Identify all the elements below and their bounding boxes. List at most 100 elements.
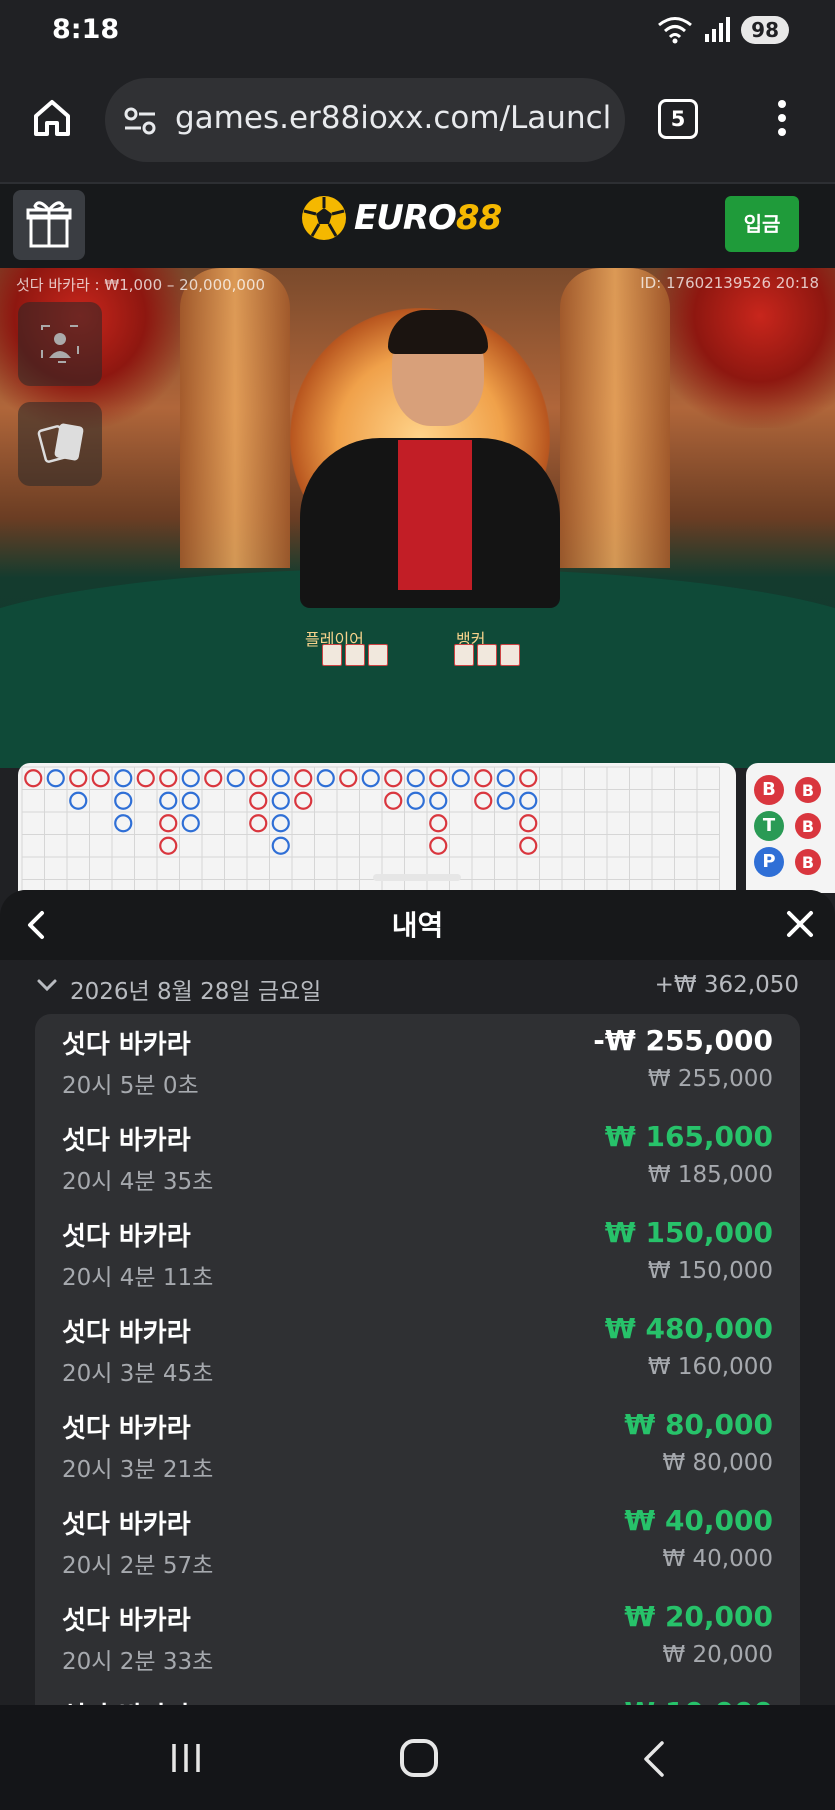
history-row-game: 섯다 바카라 xyxy=(62,1030,191,1060)
dealer-shirt xyxy=(398,440,472,590)
history-row-time: 20시 4분 35초 xyxy=(62,1169,214,1195)
round-id: ID: 17602139526 20:18 xyxy=(640,274,819,292)
banker-result-mark xyxy=(69,769,88,788)
gift-button[interactable] xyxy=(13,190,85,260)
banker-result-mark xyxy=(136,769,155,788)
home-icon[interactable] xyxy=(30,96,74,140)
history-row-stake: ₩ 185,000 xyxy=(647,1162,773,1188)
cards-icon xyxy=(37,423,84,463)
history-row-game: 섯다 바카라 xyxy=(62,1510,191,1540)
history-row-game: 섯다 바카라 xyxy=(62,1414,191,1444)
banker-result-mark xyxy=(249,791,268,810)
history-row[interactable]: 섯다 바카라 20시 2분 33초 ₩ 20,000 ₩ 20,000 xyxy=(35,1590,800,1686)
player-result-mark xyxy=(271,769,290,788)
banker-result-mark xyxy=(474,791,493,810)
player-result-mark xyxy=(316,769,335,788)
tab-switcher-button[interactable]: 5 xyxy=(658,99,698,139)
date-label: 2026년 8월 28일 금요일 xyxy=(70,979,322,1005)
history-row-time: 20시 4분 11초 xyxy=(62,1265,214,1291)
player-result-mark xyxy=(181,769,200,788)
banker-result-mark xyxy=(159,814,178,833)
banker-card xyxy=(500,644,520,666)
site-settings-icon[interactable] xyxy=(123,106,157,136)
browser-toolbar: games.er88ioxx.com/Launcl 5 xyxy=(0,66,835,182)
banker-result-mark xyxy=(159,769,178,788)
close-icon[interactable] xyxy=(784,908,816,940)
banker-result-mark xyxy=(429,769,448,788)
svg-text:B: B xyxy=(802,781,814,800)
history-row[interactable]: 섯다 바카라 20시 3분 45초 ₩ 480,000 ₩ 160,000 xyxy=(35,1302,800,1398)
address-bar[interactable]: games.er88ioxx.com/Launcl xyxy=(105,78,625,162)
banker-result-mark xyxy=(249,769,268,788)
player-result-mark xyxy=(429,791,448,810)
player-prediction-badge[interactable]: P xyxy=(754,847,784,877)
history-row[interactable]: 섯다 바카라 20시 2분 57초 ₩ 40,000 ₩ 40,000 xyxy=(35,1494,800,1590)
back-nav-icon[interactable] xyxy=(638,1739,668,1779)
site-header: EURO88 입금 xyxy=(0,182,835,268)
live-dealer-video: 섯다 바카라 : ₩1,000 – 20,000,000 ID: 1760213… xyxy=(0,268,835,768)
history-header: 내역 xyxy=(0,890,835,960)
history-row-amount: ₩ 165,000 xyxy=(604,1120,773,1153)
history-row[interactable]: 섯다 바카라 20시 5분 0초 -₩ 255,000 ₩ 255,000 xyxy=(35,1014,800,1110)
banker-card xyxy=(454,644,474,666)
player-result-mark xyxy=(181,791,200,810)
history-row-game: 섯다 바카라 xyxy=(62,1222,191,1252)
chevron-down-icon xyxy=(37,979,57,992)
banker-prediction-badge[interactable]: B xyxy=(754,775,784,805)
home-nav-icon[interactable] xyxy=(400,1739,438,1777)
history-row-game: 섯다 바카라 xyxy=(62,1126,191,1156)
history-row-stake: ₩ 80,000 xyxy=(662,1450,773,1476)
player-result-mark xyxy=(69,791,88,810)
site-logo[interactable]: EURO88 xyxy=(300,194,502,242)
history-row-stake: ₩ 40,000 xyxy=(662,1546,773,1572)
day-total: +₩ 362,050 xyxy=(654,972,799,998)
logo-word: EURO xyxy=(354,198,457,238)
banker-result-mark xyxy=(24,769,43,788)
gift-icon xyxy=(26,201,72,248)
sheet-drag-handle[interactable] xyxy=(373,874,461,881)
more-menu-icon[interactable] xyxy=(770,98,794,142)
url-text[interactable]: games.er88ioxx.com/Launcl xyxy=(175,100,611,136)
player-result-mark xyxy=(226,769,245,788)
history-list[interactable]: 섯다 바카라 20시 5분 0초 -₩ 255,000 ₩ 255,000 섯다 바카라… xyxy=(35,1014,800,1714)
player-result-mark xyxy=(451,769,470,788)
history-row-time: 20시 3분 21초 xyxy=(62,1457,214,1483)
player-result-mark xyxy=(496,769,515,788)
cards-button[interactable] xyxy=(18,402,102,486)
history-row-time: 20시 2분 33초 xyxy=(62,1649,214,1675)
recent-apps-icon[interactable] xyxy=(168,1741,204,1775)
banker-result-mark xyxy=(519,814,538,833)
history-row[interactable]: 섯다 바카라 20시 3분 21초 ₩ 80,000 ₩ 80,000 xyxy=(35,1398,800,1494)
history-row-stake: ₩ 160,000 xyxy=(647,1354,773,1380)
banker-result-mark xyxy=(294,791,313,810)
history-row[interactable]: 섯다 바카라 20시 4분 35초 ₩ 165,000 ₩ 185,000 xyxy=(35,1110,800,1206)
banker-result-mark xyxy=(159,836,178,855)
player-result-mark xyxy=(361,769,380,788)
soccer-ball-icon xyxy=(302,196,346,240)
player-result-mark xyxy=(406,791,425,810)
signal-icon xyxy=(705,17,731,42)
dealer-info-button[interactable] xyxy=(18,302,102,386)
history-row-stake: ₩ 150,000 xyxy=(647,1258,773,1284)
tie-prediction-badge[interactable]: T xyxy=(754,811,784,841)
banker-result-mark xyxy=(519,769,538,788)
player-card xyxy=(368,644,388,666)
page: 8:18 98 games.er88ioxx.com/Launcl 5 EURO… xyxy=(0,0,835,1810)
deposit-button[interactable]: 입금 xyxy=(725,196,799,252)
history-row[interactable]: 섯다 바카라 20시 4분 11초 ₩ 150,000 ₩ 150,000 xyxy=(35,1206,800,1302)
history-row-time: 20시 5분 0초 xyxy=(62,1073,199,1099)
history-row-time: 20시 2분 57초 xyxy=(62,1553,214,1579)
player-result-mark xyxy=(181,814,200,833)
player-card xyxy=(322,644,342,666)
player-result-mark xyxy=(114,814,133,833)
date-group-header[interactable]: 2026년 8월 28일 금요일 +₩ 362,050 xyxy=(0,960,835,1012)
pillar-decor xyxy=(180,268,290,568)
player-result-mark xyxy=(159,791,178,810)
history-row-game: 섯다 바카라 xyxy=(62,1606,191,1636)
history-row-game: 섯다 바카라 xyxy=(62,1318,191,1348)
player-result-mark xyxy=(496,791,515,810)
person-icon xyxy=(41,325,79,363)
history-row-amount: ₩ 80,000 xyxy=(624,1408,773,1441)
player-result-mark xyxy=(46,769,65,788)
banker-result-mark xyxy=(384,791,403,810)
